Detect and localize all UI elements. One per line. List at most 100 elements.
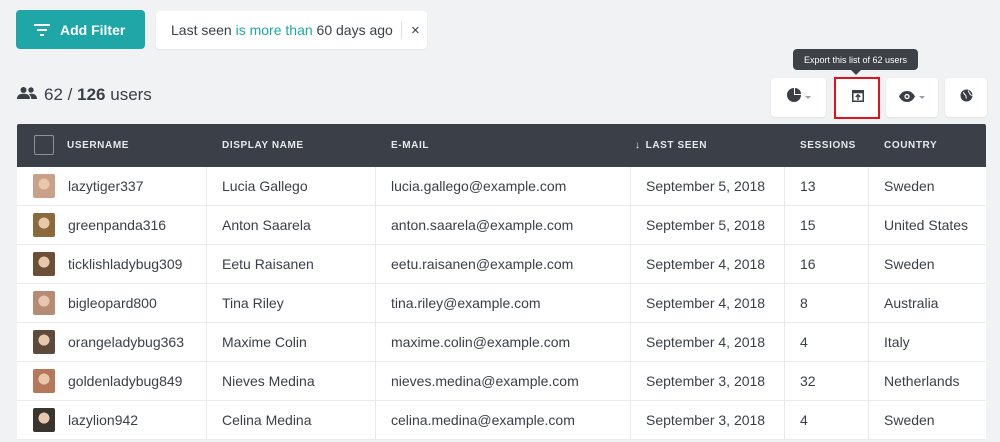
globe-icon	[960, 89, 973, 107]
email-cell: anton.saarela@example.com	[391, 217, 574, 233]
username: goldenladybug849	[68, 373, 183, 389]
chart-view-button[interactable]	[771, 78, 826, 117]
username-cell[interactable]: orangeladybug363	[33, 323, 184, 361]
column-divider	[784, 284, 785, 322]
column-divider	[375, 245, 376, 283]
table-row[interactable]: goldenladybug849 Nieves Medina nieves.medi…	[17, 362, 986, 401]
sessions-cell: 4	[800, 412, 808, 428]
column-header-username[interactable]: Username	[67, 124, 129, 167]
display-name-cell: Celina Medina	[222, 412, 312, 428]
username-cell[interactable]: goldenladybug849	[33, 362, 182, 400]
eye-icon	[899, 89, 915, 107]
column-divider	[630, 401, 631, 439]
display-name-cell: Tina Riley	[222, 295, 284, 311]
column-divider	[375, 323, 376, 361]
username-cell[interactable]: lazytiger337	[33, 167, 144, 205]
display-name-cell: Lucia Gallego	[222, 178, 308, 194]
email-cell: celina.medina@example.com	[391, 412, 575, 428]
avatar	[33, 330, 55, 354]
active-filter-chip[interactable]: Last seen is more than 60 days ago ×	[156, 11, 427, 49]
map-view-button[interactable]	[945, 78, 987, 117]
last-seen-cell: September 4, 2018	[646, 295, 766, 311]
table-header: Username Display Name E-mail ↓ Last Seen …	[17, 124, 986, 167]
column-divider	[630, 284, 631, 322]
add-filter-button[interactable]: Add Filter	[16, 10, 145, 49]
last-seen-cell: September 4, 2018	[646, 334, 766, 350]
table-row[interactable]: bigleopard800 Tina Riley tina.riley@exampl…	[17, 284, 986, 323]
email-cell: maxime.colin@example.com	[391, 334, 571, 350]
country-cell: Sweden	[884, 178, 935, 194]
table-row[interactable]: lazytiger337 Lucia Gallego lucia.gallego@e…	[17, 167, 986, 206]
column-divider	[206, 362, 207, 400]
table-row[interactable]: greenpanda316 Anton Saarela anton.saarela@…	[17, 206, 986, 245]
sessions-cell: 13	[800, 178, 816, 194]
avatar	[33, 174, 55, 198]
table-row[interactable]: orangeladybug363 Maxime Colin maxime.colin…	[17, 323, 986, 362]
username-cell[interactable]: lazylion942	[33, 401, 138, 439]
username-cell[interactable]: bigleopard800	[33, 284, 157, 322]
sessions-cell: 8	[800, 295, 808, 311]
username-cell[interactable]: ticklishladybug309	[33, 245, 182, 283]
username: greenpanda316	[68, 217, 167, 233]
table-row[interactable]: ticklishladybug309 Eetu Raisanen eetu.rais…	[17, 245, 986, 284]
columns-visibility-button[interactable]	[886, 78, 938, 117]
column-divider	[375, 362, 376, 400]
column-divider	[630, 245, 631, 283]
filter-value[interactable]: 60 days ago	[317, 22, 393, 38]
export-tooltip: Export this list of 62 users	[793, 49, 918, 75]
column-divider	[868, 401, 869, 439]
column-header-country[interactable]: Country	[884, 124, 937, 167]
avatar	[33, 369, 55, 393]
column-divider	[784, 401, 785, 439]
column-header-last-seen[interactable]: ↓ Last Seen	[635, 124, 707, 167]
column-header-sessions[interactable]: Sessions	[800, 124, 856, 167]
sort-down-icon: ↓	[635, 140, 641, 151]
filter-field: Last seen	[171, 22, 232, 38]
column-header-display-name[interactable]: Display Name	[222, 124, 304, 167]
column-divider	[868, 284, 869, 322]
display-name-cell: Anton Saarela	[222, 217, 311, 233]
email-cell: eetu.raisanen@example.com	[391, 256, 574, 272]
column-divider	[206, 206, 207, 244]
column-divider	[206, 245, 207, 283]
filter-operator[interactable]: is more than	[236, 22, 313, 38]
last-seen-cell: September 5, 2018	[646, 217, 766, 233]
column-divider	[784, 206, 785, 244]
add-filter-label: Add Filter	[60, 21, 126, 38]
last-seen-cell: September 5, 2018	[646, 178, 766, 194]
export-button[interactable]	[836, 78, 879, 117]
column-header-email[interactable]: E-mail	[391, 124, 429, 167]
column-divider	[868, 362, 869, 400]
last-seen-cell: September 4, 2018	[646, 256, 766, 272]
filter-text: Last seen is more than 60 days ago	[156, 22, 393, 38]
column-divider	[868, 323, 869, 361]
country-cell: Sweden	[884, 256, 935, 272]
column-divider	[784, 167, 785, 205]
table-body: lazytiger337 Lucia Gallego lucia.gallego@e…	[17, 167, 986, 440]
total-count: 126	[77, 85, 106, 104]
country-cell: Netherlands	[884, 373, 960, 389]
filtered-count: 62	[44, 85, 63, 104]
column-header-last-seen-label: Last Seen	[645, 140, 708, 151]
chevron-down-icon	[919, 96, 925, 99]
email-cell: lucia.gallego@example.com	[391, 178, 567, 194]
avatar	[33, 291, 55, 315]
column-divider	[868, 245, 869, 283]
column-divider	[630, 323, 631, 361]
sessions-cell: 16	[800, 256, 816, 272]
close-icon[interactable]: ×	[404, 22, 427, 39]
column-divider	[630, 206, 631, 244]
column-divider	[784, 245, 785, 283]
select-all-checkbox[interactable]	[34, 135, 54, 155]
column-divider	[206, 167, 207, 205]
users-icon	[17, 85, 44, 105]
sessions-cell: 4	[800, 334, 808, 350]
username-cell[interactable]: greenpanda316	[33, 206, 166, 244]
table-row[interactable]: lazylion942 Celina Medina celina.medina@ex…	[17, 401, 986, 440]
avatar	[33, 252, 55, 276]
display-name-cell: Nieves Medina	[222, 373, 315, 389]
username: orangeladybug363	[68, 334, 184, 350]
column-divider	[375, 401, 376, 439]
username: lazylion942	[68, 412, 139, 428]
column-divider	[375, 206, 376, 244]
